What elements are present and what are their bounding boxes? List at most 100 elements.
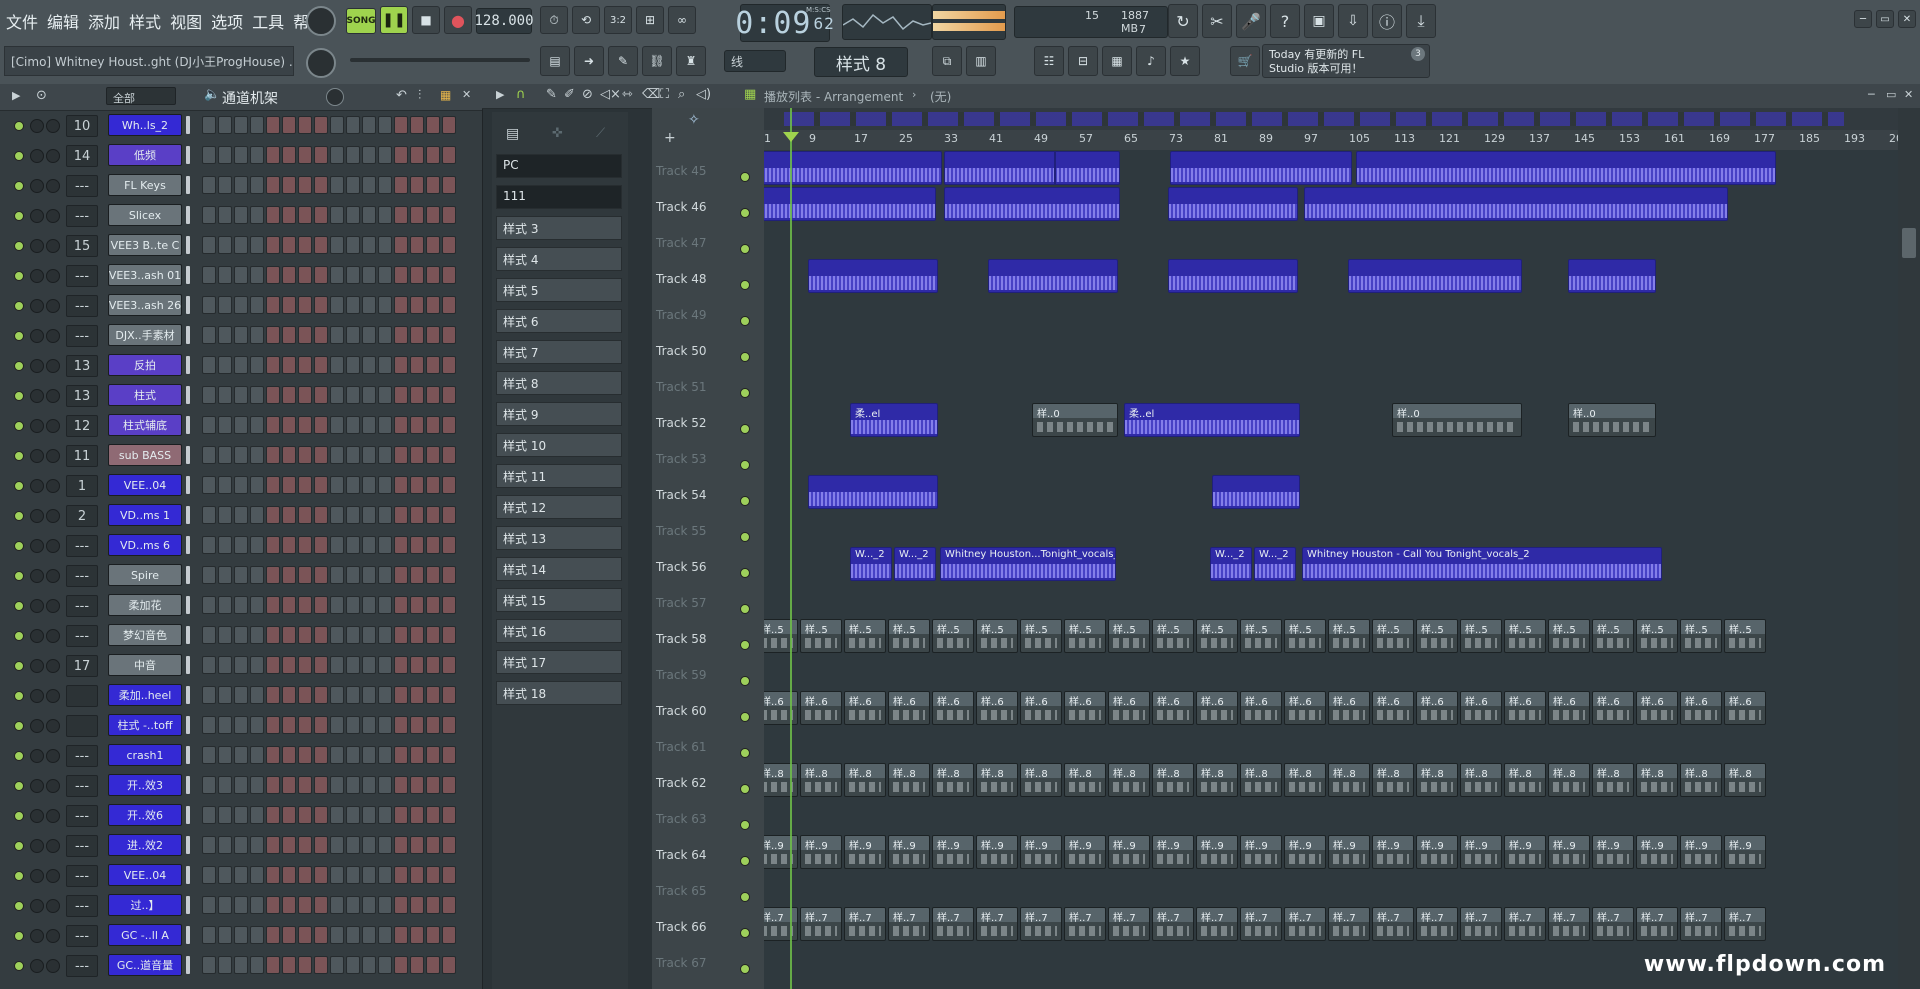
step-button[interactable] — [346, 416, 360, 434]
channel-pan-knob[interactable] — [30, 179, 44, 193]
channel-row[interactable]: --- VEE..04 — [8, 862, 478, 888]
channel-mixer-track[interactable]: --- — [66, 205, 98, 227]
channel-mixer-track[interactable]: --- — [66, 565, 98, 587]
channel-row[interactable]: 10 Wh..ls_2 — [8, 112, 478, 138]
pattern-item[interactable]: 样式 7 — [496, 340, 622, 364]
step-button[interactable] — [218, 596, 232, 614]
pattern-clip[interactable]: 样..6 — [844, 691, 886, 725]
step-button[interactable] — [362, 416, 376, 434]
step-button[interactable] — [426, 446, 440, 464]
channel-select-indicator[interactable] — [186, 506, 190, 524]
step-button[interactable] — [346, 806, 360, 824]
step-button[interactable] — [346, 956, 360, 974]
track-mute-led[interactable] — [740, 820, 750, 830]
step-button[interactable] — [362, 836, 376, 854]
step-button[interactable] — [234, 926, 248, 944]
pattern-clip[interactable]: 样..8 — [1372, 763, 1414, 797]
channel-select-indicator[interactable] — [186, 716, 190, 734]
step-button[interactable] — [234, 506, 248, 524]
step-button[interactable] — [410, 686, 424, 704]
vertical-scrollbar[interactable] — [1898, 108, 1920, 989]
channel-mixer-track[interactable]: --- — [66, 325, 98, 347]
channel-volume-knob[interactable] — [46, 659, 60, 673]
pattern-clip[interactable]: 样..5 — [976, 619, 1018, 653]
close-button[interactable]: ✕ — [1898, 10, 1916, 28]
step-button[interactable] — [298, 206, 312, 224]
channel-pan-knob[interactable] — [30, 299, 44, 313]
channel-mute-led[interactable] — [14, 901, 24, 911]
step-button[interactable] — [250, 596, 264, 614]
step-button[interactable] — [282, 356, 296, 374]
pattern-item[interactable]: 样式 11 — [496, 464, 622, 488]
pattern-clip[interactable]: 样..8 — [800, 763, 842, 797]
step-button[interactable] — [298, 476, 312, 494]
step-button[interactable] — [234, 686, 248, 704]
menu-tools[interactable]: 工具 — [250, 9, 286, 33]
tuner-icon[interactable]: ♪ — [1136, 46, 1166, 76]
step-button[interactable] — [282, 686, 296, 704]
channel-select-indicator[interactable] — [186, 446, 190, 464]
pattern-clip[interactable]: 样..9 — [1020, 835, 1062, 869]
download-icon[interactable]: ⤓ — [1406, 4, 1436, 38]
graph-icon[interactable]: ⫶ — [418, 88, 421, 103]
pattern-clip[interactable]: 样..7 — [1108, 907, 1150, 941]
pattern-clip[interactable]: 样..9 — [844, 835, 886, 869]
pattern-clip[interactable]: 样..7 — [1636, 907, 1678, 941]
pattern-clip[interactable]: 样..7 — [1064, 907, 1106, 941]
pattern-clip[interactable]: 样..6 — [1680, 691, 1722, 725]
channel-mute-led[interactable] — [14, 691, 24, 701]
channel-row[interactable]: --- 梦幻音色 — [8, 622, 478, 648]
channel-name-button[interactable]: Wh..ls_2 — [108, 114, 182, 136]
step-button[interactable] — [362, 356, 376, 374]
channel-select-indicator[interactable] — [186, 326, 190, 344]
step-button[interactable] — [250, 296, 264, 314]
wizard-icon[interactable]: ★ — [1170, 46, 1200, 76]
menu-view[interactable]: 视图 — [168, 9, 204, 33]
snap-zoom-icon[interactable]: ✧ — [688, 112, 700, 128]
pattern-clip[interactable]: 样..8 — [932, 763, 974, 797]
step-button[interactable] — [218, 806, 232, 824]
channel-volume-knob[interactable] — [46, 389, 60, 403]
step-button[interactable] — [234, 116, 248, 134]
delete-icon[interactable]: ⊘ — [582, 87, 593, 102]
pattern-clip[interactable]: 样..9 — [1196, 835, 1238, 869]
step-button[interactable] — [330, 326, 344, 344]
channel-mixer-track[interactable]: --- — [66, 265, 98, 287]
picker-piano-icon[interactable]: ▤ — [506, 126, 519, 142]
step-button[interactable] — [394, 386, 408, 404]
step-button[interactable] — [266, 746, 280, 764]
pattern-clip[interactable]: 样..7 — [976, 907, 1018, 941]
step-button[interactable] — [410, 596, 424, 614]
step-button[interactable] — [330, 506, 344, 524]
step-button[interactable] — [282, 296, 296, 314]
audio-clip[interactable] — [808, 475, 938, 509]
step-button[interactable] — [330, 596, 344, 614]
channel-volume-knob[interactable] — [46, 509, 60, 523]
pattern-clip[interactable]: 样..8 — [888, 763, 930, 797]
step-button[interactable] — [346, 116, 360, 134]
step-button[interactable] — [330, 746, 344, 764]
channel-mute-led[interactable] — [14, 541, 24, 551]
step-button[interactable] — [394, 686, 408, 704]
channel-name-button[interactable]: sub BASS — [108, 444, 182, 466]
step-button[interactable] — [218, 656, 232, 674]
step-button[interactable] — [378, 566, 392, 584]
pattern-clip[interactable]: 样..5 — [1460, 619, 1502, 653]
step-button[interactable] — [218, 506, 232, 524]
step-button[interactable] — [298, 896, 312, 914]
step-button[interactable] — [394, 416, 408, 434]
channel-mixer-track[interactable] — [66, 715, 98, 737]
add-track-icon[interactable]: + — [664, 130, 676, 146]
step-button[interactable] — [250, 866, 264, 884]
step-button[interactable] — [330, 776, 344, 794]
pattern-clip[interactable]: 样..7 — [1680, 907, 1722, 941]
channel-volume-knob[interactable] — [46, 599, 60, 613]
step-button[interactable] — [202, 236, 216, 254]
track-mute-led[interactable] — [740, 244, 750, 254]
channel-select-indicator[interactable] — [186, 776, 190, 794]
channel-mute-led[interactable] — [14, 331, 24, 341]
step-button[interactable] — [426, 326, 440, 344]
step-button[interactable] — [442, 206, 456, 224]
channel-mixer-track[interactable]: --- — [66, 745, 98, 767]
channel-row[interactable]: 1 VEE..04 — [8, 472, 478, 498]
